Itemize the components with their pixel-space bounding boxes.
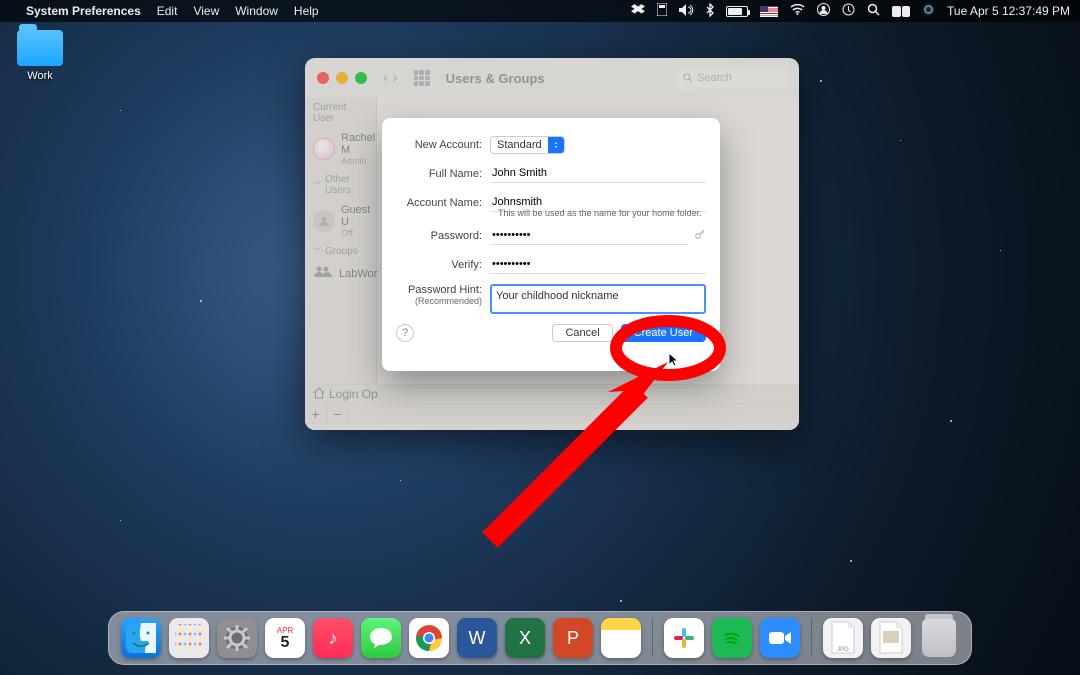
dock-notes[interactable] [601, 618, 641, 658]
account-name-hint: This will be used as the name for your h… [498, 208, 706, 218]
sidebar-current-user[interactable]: Rachel M Admin [305, 128, 376, 170]
sidebar-group-item[interactable]: LabWor [305, 261, 376, 286]
menu-window[interactable]: Window [235, 4, 278, 18]
full-name-input[interactable] [490, 164, 706, 183]
dock-zoom[interactable] [760, 618, 800, 658]
siri-icon[interactable] [922, 3, 935, 19]
calendar-day: 5 [281, 635, 290, 651]
create-user-sheet: New Account: Standard Full Name: Account… [382, 118, 720, 371]
minimize-button[interactable] [336, 72, 348, 84]
search-field[interactable]: Search [677, 67, 787, 89]
close-button[interactable] [317, 72, 329, 84]
dock-recent-doc-1[interactable]: JPG [823, 618, 863, 658]
spotlight-icon[interactable] [867, 3, 880, 19]
sidebar-section-groups: ﹀Groups [305, 242, 376, 261]
user-name: Rachel M [341, 132, 375, 156]
dock-excel[interactable]: X [505, 618, 545, 658]
create-user-button[interactable]: Create User [621, 324, 706, 342]
clock[interactable]: Tue Apr 5 12:37:49 PM [947, 4, 1070, 18]
bluetooth-icon[interactable] [706, 3, 714, 20]
desktop-folder-work[interactable]: Work [10, 30, 70, 82]
avatar-icon [313, 138, 335, 160]
login-options-row[interactable]: Login Op [305, 385, 799, 403]
add-user-button[interactable]: + [305, 404, 327, 424]
nav-forward-button[interactable]: › [392, 69, 397, 87]
nav-back-button[interactable]: ‹ [383, 69, 388, 87]
dock-messages[interactable] [361, 618, 401, 658]
dock-trash[interactable] [919, 618, 959, 658]
password-input[interactable] [490, 226, 688, 245]
guest-avatar-icon [313, 210, 335, 232]
select-caret-icon [548, 137, 564, 153]
group-name: LabWor [339, 268, 377, 280]
home-icon [313, 387, 325, 402]
volume-icon[interactable] [679, 4, 694, 19]
dock-music[interactable]: ♪ [313, 618, 353, 658]
dock: APR 5 ♪ W X P JPG [108, 611, 972, 665]
group-icon [313, 265, 333, 282]
search-placeholder: Search [697, 72, 732, 84]
label-full-name: Full Name: [396, 168, 490, 180]
account-type-value: Standard [491, 139, 548, 151]
window-titlebar: ‹ › Users & Groups Search [305, 58, 799, 98]
sidebar-section-other: ﹀Other Users [305, 170, 376, 200]
menu-bar: System Preferences Edit View Window Help [0, 0, 1080, 22]
show-all-button[interactable] [414, 70, 430, 86]
dock-chrome[interactable] [409, 618, 449, 658]
label-verify: Verify: [396, 259, 490, 271]
user-icon[interactable] [817, 3, 830, 19]
login-options-label: Login Op [329, 387, 378, 401]
control-center-icon[interactable] [892, 6, 910, 17]
verify-input[interactable] [490, 255, 706, 274]
dock-slack[interactable] [664, 618, 704, 658]
input-source-icon[interactable] [760, 6, 778, 17]
dock-launchpad[interactable] [169, 618, 209, 658]
traffic-lights [317, 72, 367, 84]
battery-icon[interactable] [726, 6, 748, 17]
label-hint: Password Hint: (Recommended) [396, 284, 490, 306]
dock-word[interactable]: W [457, 618, 497, 658]
folder-label: Work [10, 70, 70, 82]
guest-name: Guest U [341, 204, 370, 228]
password-hint-input[interactable]: Your childhood nickname [490, 284, 706, 314]
keychain-icon[interactable] [657, 3, 667, 19]
label-new-account: New Account: [396, 139, 490, 151]
dock-powerpoint[interactable]: P [553, 618, 593, 658]
sheet-help-button[interactable]: ? [396, 324, 414, 342]
label-password: Password: [396, 230, 490, 242]
dock-system-preferences[interactable] [217, 618, 257, 658]
account-type-select[interactable]: Standard [490, 136, 565, 154]
dock-spotify[interactable] [712, 618, 752, 658]
sidebar-guest-user[interactable]: Guest U Off [305, 200, 376, 242]
menu-view[interactable]: View [193, 4, 219, 18]
timemachine-icon[interactable] [842, 3, 855, 19]
dock-finder[interactable] [121, 618, 161, 658]
guest-status: Off [341, 228, 370, 238]
dock-recent-doc-2[interactable] [871, 618, 911, 658]
user-role: Admin [341, 156, 375, 166]
remove-user-button[interactable]: − [327, 404, 349, 424]
wifi-icon[interactable] [790, 4, 805, 18]
cancel-button[interactable]: Cancel [552, 324, 612, 342]
sidebar-section-current: Current User [305, 98, 376, 128]
password-key-icon[interactable] [694, 228, 706, 243]
label-account-name: Account Name: [396, 197, 490, 209]
folder-icon [17, 30, 63, 66]
desktop: System Preferences Edit View Window Help [0, 0, 1080, 675]
window-title: Users & Groups [446, 71, 545, 86]
menu-help[interactable]: Help [294, 4, 319, 18]
dropbox-icon[interactable] [631, 4, 645, 19]
menu-edit[interactable]: Edit [157, 4, 178, 18]
zoom-button[interactable] [355, 72, 367, 84]
app-menu[interactable]: System Preferences [26, 4, 141, 18]
svg-text:JPG: JPG [837, 647, 849, 653]
users-sidebar: Current User Rachel M Admin ﹀Other Users… [305, 98, 377, 384]
dock-calendar[interactable]: APR 5 [265, 618, 305, 658]
